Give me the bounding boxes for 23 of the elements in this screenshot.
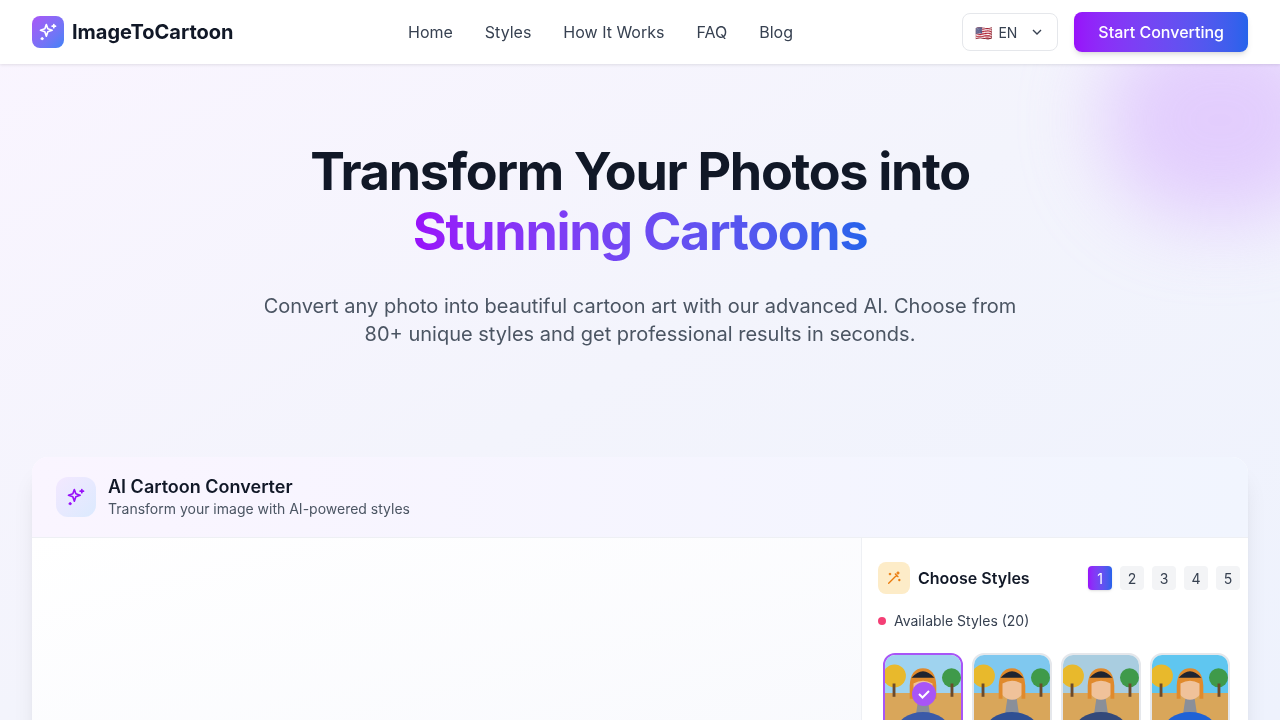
start-converting-button[interactable]: Start Converting: [1074, 12, 1248, 52]
nav-link[interactable]: Styles: [484, 20, 532, 44]
available-styles-label: Available Styles (20): [894, 611, 1030, 631]
converter-subtitle: Transform your image with AI-powered styles: [108, 499, 410, 519]
check-icon: [912, 682, 936, 706]
magic-wand-icon: [878, 562, 910, 594]
nav-link[interactable]: Blog: [759, 20, 793, 44]
page-button[interactable]: 2: [1120, 566, 1144, 590]
converter-title: AI Cartoon Converter: [108, 475, 294, 499]
hero-title: Transform Your Photos into: [310, 142, 970, 202]
sparkle-icon: [38, 22, 58, 42]
page-button[interactable]: 5: [1216, 566, 1240, 590]
language-selector[interactable]: 🇺🇸 EN: [962, 13, 1059, 51]
page-button[interactable]: 4: [1184, 566, 1208, 590]
nav-link[interactable]: FAQ: [696, 20, 728, 44]
nav-link[interactable]: How It Works: [563, 20, 665, 44]
brand-name: ImageToCartoon: [72, 19, 234, 46]
page-button[interactable]: 3: [1152, 566, 1176, 590]
nav-link[interactable]: Home: [408, 20, 453, 44]
styles-title: Choose Styles: [918, 567, 1030, 590]
page-button[interactable]: 1: [1088, 566, 1112, 590]
sparkle-glyph-icon: [66, 487, 86, 507]
hero-subtitle: Convert any photo into beautiful cartoon art with our advanced AI. Choose from 80+ unique styles and get professional results in seconds.: [262, 293, 1018, 348]
